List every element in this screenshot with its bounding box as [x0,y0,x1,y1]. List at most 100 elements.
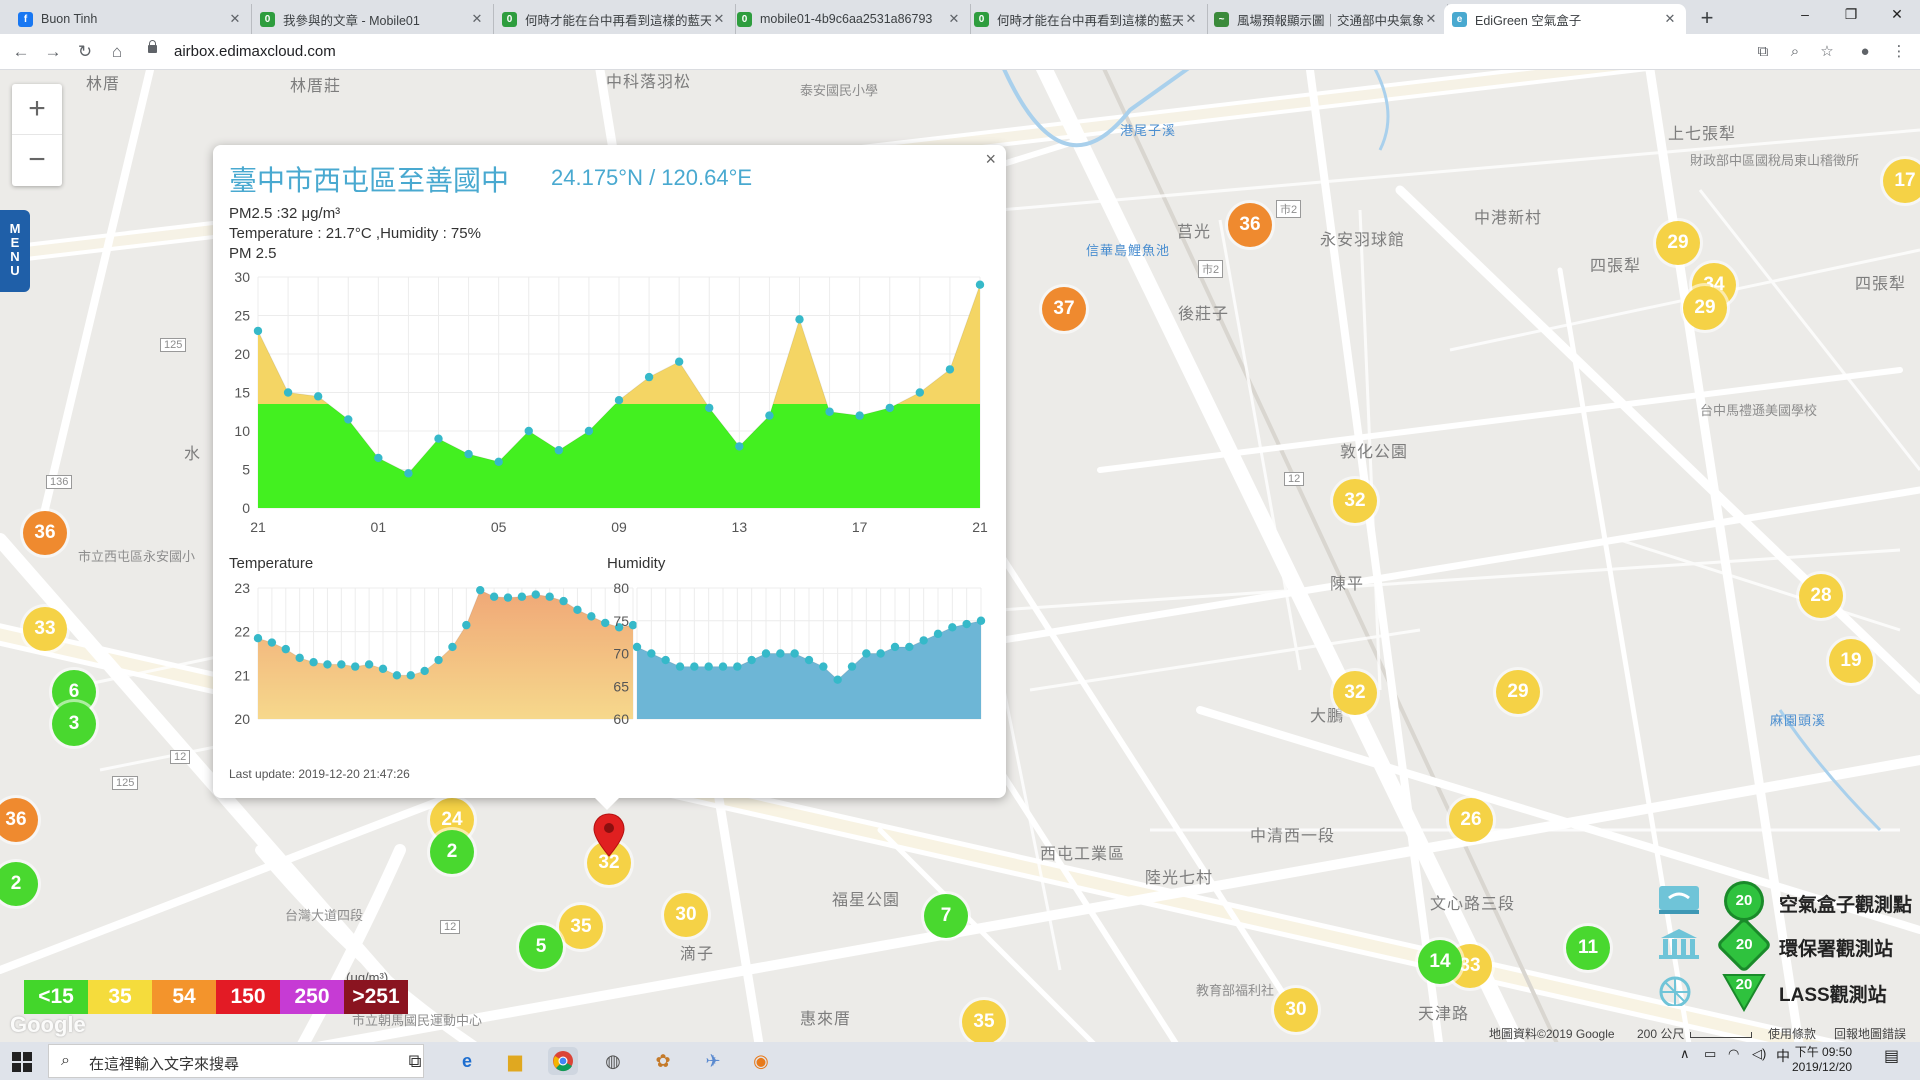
browser-tab[interactable]: 0 我參與的文章 - Mobile01 ✕ [252,4,494,34]
pm25-station-marker[interactable]: 29 [1683,286,1727,330]
humidity-point[interactable] [761,649,771,658]
pm25-point[interactable] [614,396,624,405]
pm25-station-marker[interactable]: 14 [1418,940,1462,984]
pm25-station-marker[interactable]: 30 [1274,988,1318,1032]
zoom-icon[interactable]: ⌕ [1784,41,1806,63]
pm25-point[interactable] [584,426,594,436]
browser-tab[interactable]: ~ 風場預報顯示圖｜交通部中央氣象 ✕ [1206,4,1448,34]
pm25-point[interactable] [765,411,774,420]
pm25-point[interactable] [674,357,684,366]
temperature-point[interactable] [253,634,263,643]
temperature-point[interactable] [434,655,443,665]
address-bar[interactable]: airbox.edimaxcloud.com [138,39,1838,65]
pm25-point[interactable] [705,403,714,413]
edge-icon[interactable]: e [452,1047,482,1075]
app-icon-bird[interactable]: ✈ [698,1047,728,1075]
temperature-point[interactable] [323,660,332,669]
tray-chevron-icon[interactable]: ∧ [1680,1046,1690,1062]
windows-start-icon[interactable] [12,1052,32,1072]
temperature-point[interactable] [364,660,374,669]
pm25-point[interactable] [855,411,864,420]
humidity-point[interactable] [976,616,986,625]
browser-tab[interactable]: 0 何時才能在台中再看到這樣的藍天 ✕ [494,4,736,34]
zoom-out-button[interactable]: − [12,135,62,186]
app-icon-disc[interactable]: ◍ [598,1047,628,1075]
humidity-point[interactable] [948,623,957,632]
pm25-point[interactable] [554,446,564,455]
taskbar-search-placeholder[interactable]: 在這裡輸入文字來搜尋 [89,1053,239,1074]
browser-tab[interactable]: 0 mobile01-4b9c6aa2531a86793 ✕ [729,4,971,34]
ime-indicator[interactable]: 中 [1776,1046,1790,1066]
location-pin-icon[interactable] [592,812,626,858]
tab-close-icon[interactable]: ✕ [469,11,485,27]
humidity-point[interactable] [862,649,871,658]
temperature-point[interactable] [462,620,471,630]
temperature-point[interactable] [559,596,568,606]
humidity-point[interactable] [718,662,728,671]
humidity-point[interactable] [632,642,642,652]
temperature-point[interactable] [448,642,457,652]
pm25-station-marker[interactable]: 3 [52,702,96,746]
temperature-point[interactable] [337,660,346,669]
terms-link[interactable]: 使用條款 [1768,1025,1816,1042]
volume-icon[interactable]: ◁) [1752,1046,1766,1062]
humidity-point[interactable] [661,655,670,665]
temperature-point[interactable] [476,585,485,595]
tab-close-icon[interactable]: ✕ [1183,11,1199,27]
tab-close-icon[interactable]: ✕ [227,11,243,27]
pm25-station-marker[interactable]: 35 [962,1000,1006,1042]
pm25-point[interactable] [494,457,503,466]
pm25-point[interactable] [374,453,383,463]
wifi-icon[interactable]: ◠ [1728,1046,1739,1062]
temperature-point[interactable] [392,671,402,680]
notification-icon[interactable]: ▤ [1884,1046,1899,1066]
menu-dots-icon[interactable]: ⋮ [1888,41,1910,63]
pm25-point[interactable] [975,280,985,289]
temperature-point[interactable] [309,658,318,667]
temperature-point[interactable] [351,662,360,671]
humidity-point[interactable] [962,619,971,629]
temperature-point[interactable] [545,592,554,601]
app-icon-pet[interactable]: ✿ [648,1047,678,1075]
pm25-point[interactable] [915,388,925,397]
pm25-point[interactable] [344,415,353,424]
temperature-point[interactable] [517,592,527,601]
taskbar-clock[interactable]: 下午 09:50 2019/12/20 [1792,1045,1852,1075]
tab-close-icon[interactable]: ✕ [946,11,962,27]
humidity-point[interactable] [919,636,928,645]
humidity-point[interactable] [890,642,900,652]
temperature-point[interactable] [587,612,596,621]
bookmark-star-icon[interactable]: ☆ [1816,41,1838,63]
pm25-point[interactable] [885,403,894,413]
battery-icon[interactable]: ▭ [1704,1046,1716,1062]
pm25-station-marker[interactable]: 28 [1799,574,1843,618]
pm25-station-marker[interactable]: 19 [1829,639,1873,683]
humidity-point[interactable] [675,662,685,671]
temperature-point[interactable] [503,593,513,602]
humidity-point[interactable] [690,662,699,671]
tab-close-icon[interactable]: ✕ [1423,11,1439,27]
browser-tab[interactable]: 0 何時才能在台中再看到這樣的藍天 ✕ [966,4,1208,34]
pm25-station-marker[interactable]: 29 [1656,221,1700,265]
temperature-point[interactable] [295,653,304,663]
humidity-point[interactable] [790,649,799,658]
forward-icon[interactable]: → [40,40,66,64]
pm25-station-marker[interactable]: 37 [1042,287,1086,331]
translate-icon[interactable]: ⧉ [1752,41,1774,63]
humidity-point[interactable] [833,675,842,684]
pm25-point[interactable] [795,315,804,324]
pm25-station-marker[interactable]: 35 [559,905,603,949]
pm25-station-marker[interactable]: 2 [430,830,474,874]
temperature-point[interactable] [420,666,429,676]
pm25-station-marker[interactable]: 11 [1566,926,1610,970]
temperature-point[interactable] [601,618,610,628]
pm25-station-marker[interactable]: 32 [1333,479,1377,523]
temperature-point[interactable] [281,644,290,654]
temperature-point[interactable] [531,590,540,599]
new-tab-button[interactable]: + [1694,6,1720,32]
task-view-icon[interactable]: ⧉ [400,1047,430,1075]
pm25-station-marker[interactable]: 30 [664,893,708,937]
tab-close-icon[interactable]: ✕ [1662,11,1678,27]
home-icon[interactable]: ⌂ [104,40,130,64]
pm25-point[interactable] [945,365,955,374]
